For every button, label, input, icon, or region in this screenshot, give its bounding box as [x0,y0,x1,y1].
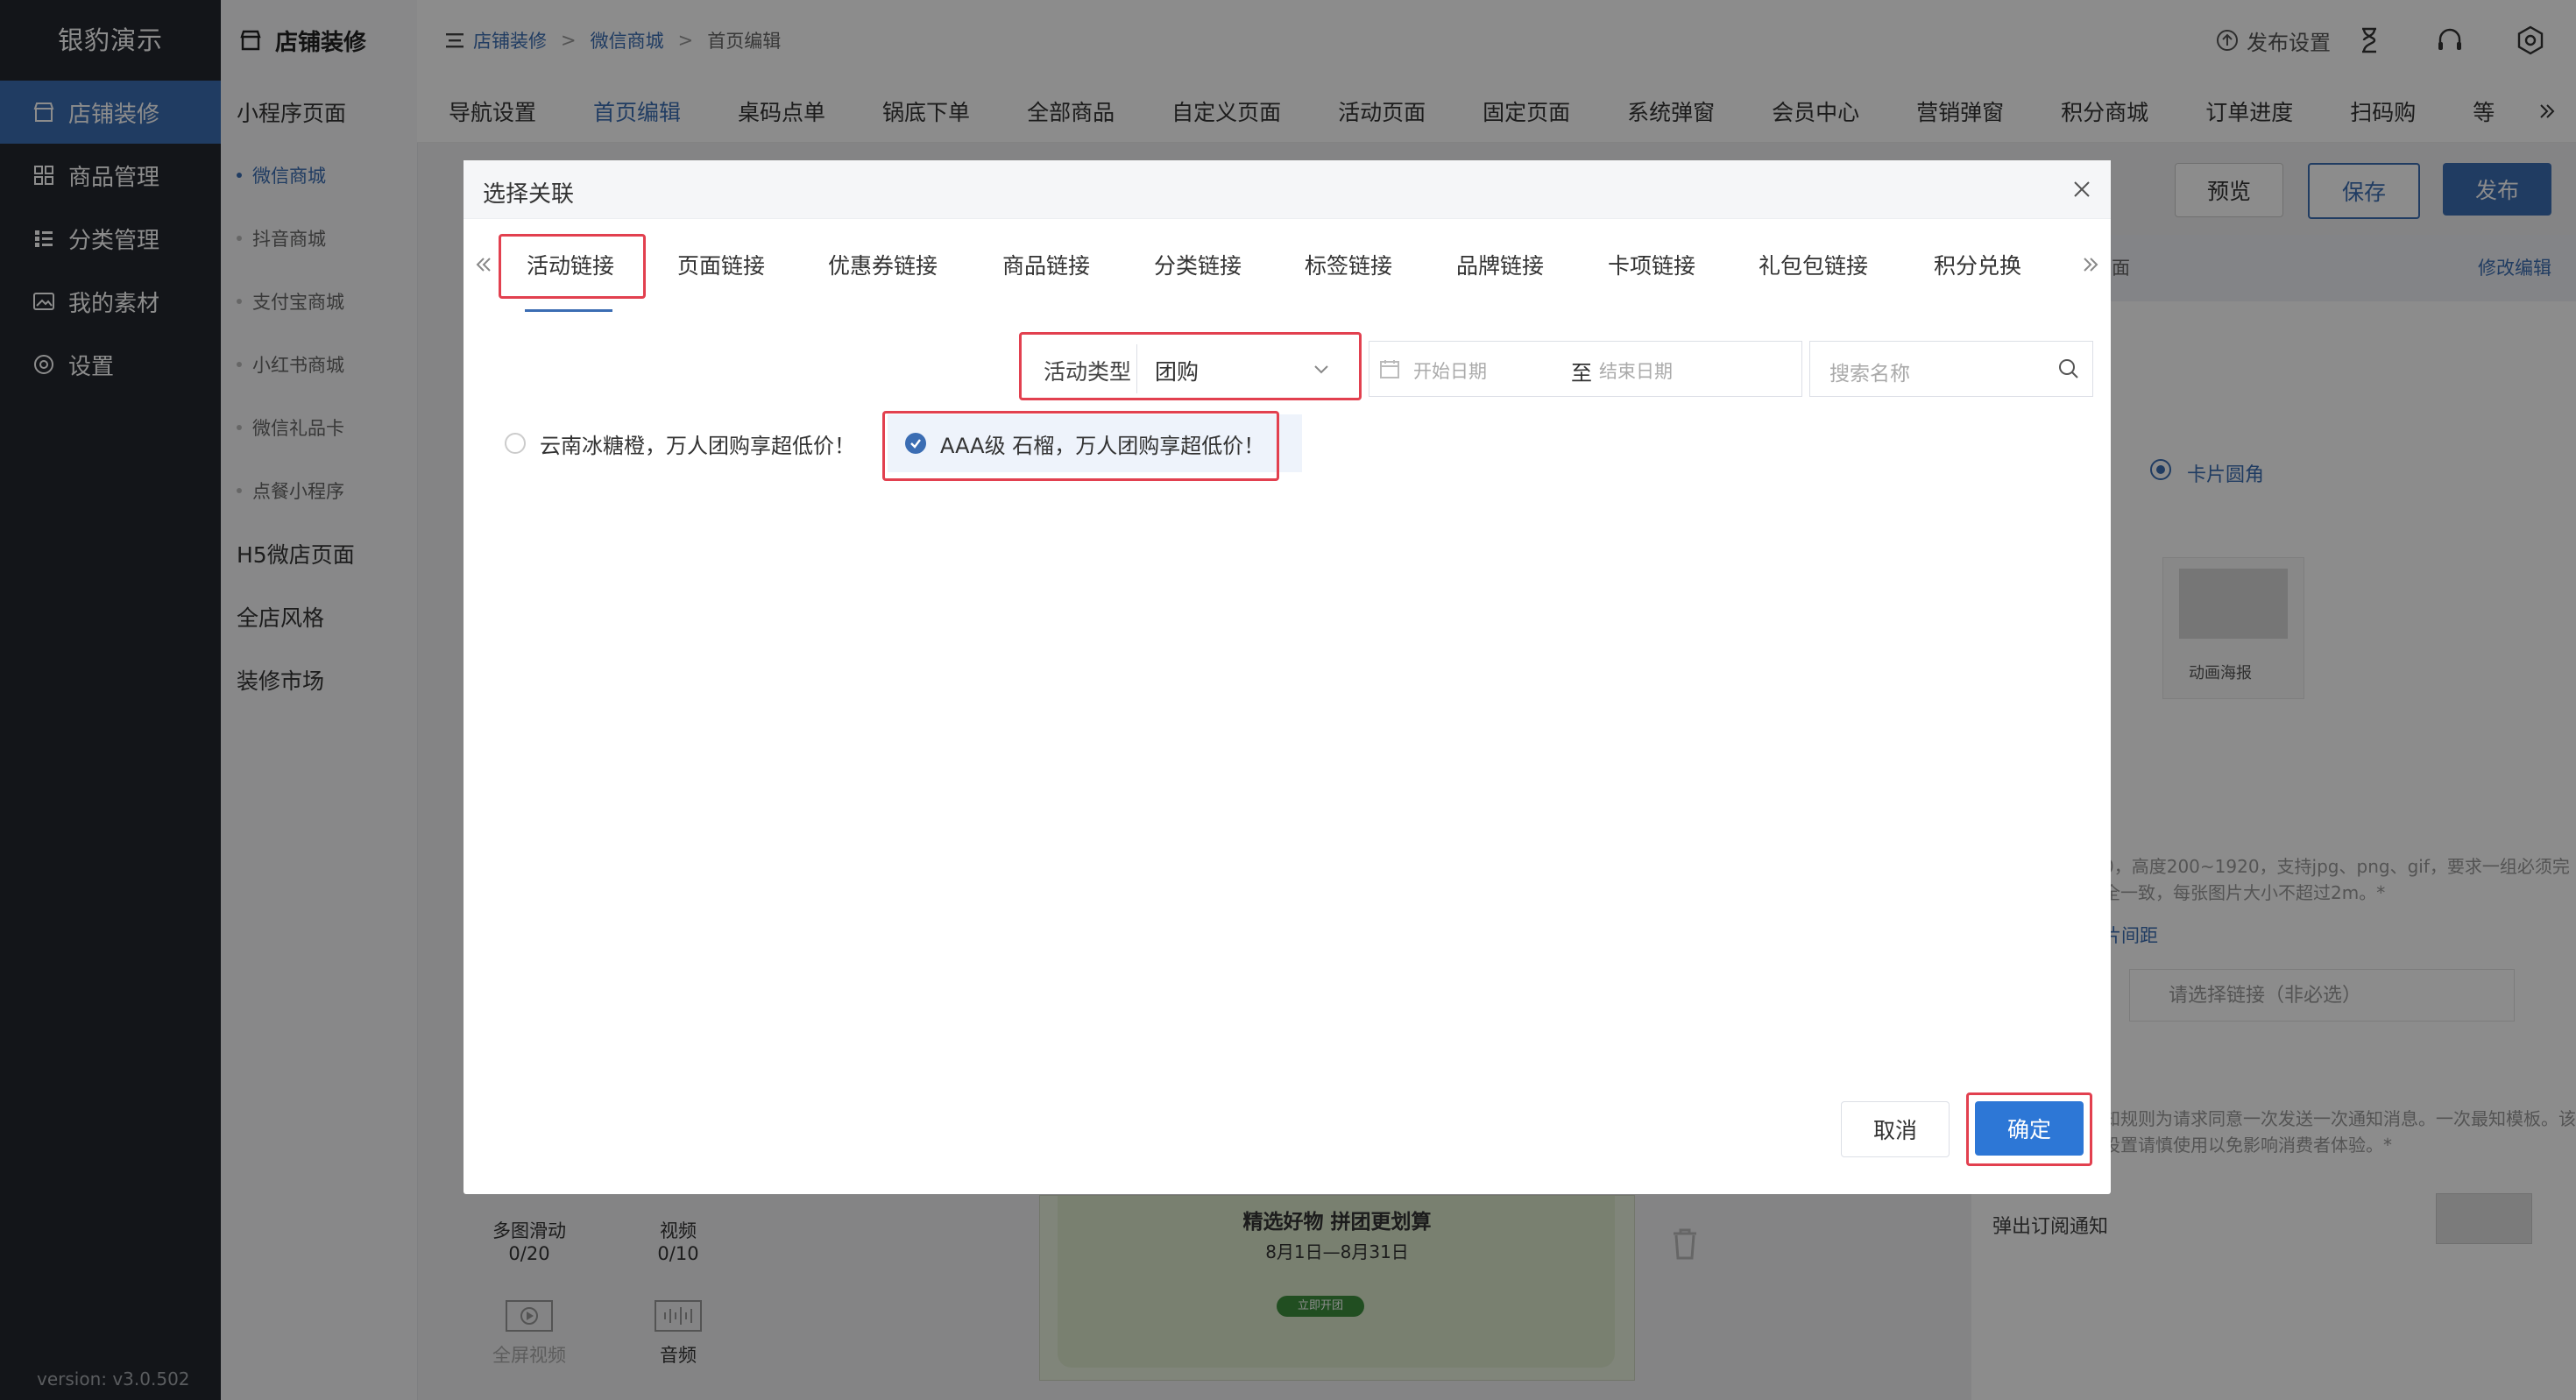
start-date-input[interactable]: 开始日期 [1413,357,1487,384]
activity-option-label: 云南冰糖橙，万人团购享超低价！ [540,433,855,458]
end-date-input[interactable]: 结束日期 [1599,357,1673,384]
modal-header: 选择关联 [464,160,2111,219]
highlight-box [499,234,646,299]
tab-page-link[interactable]: 页面链接 [677,232,765,301]
tab-coupon-link[interactable]: 优惠券链接 [828,232,938,301]
tab-card-link[interactable]: 卡项链接 [1608,232,1695,301]
calendar-icon [1380,360,1399,378]
tab-points-exchange[interactable]: 积分兑换 [1934,232,2021,301]
double-chevron-right-icon[interactable] [2077,251,2104,278]
tab-gift-pack-link[interactable]: 礼包包链接 [1759,232,1868,301]
search-placeholder: 搜索名称 [1829,363,1910,385]
search-input[interactable]: 搜索名称 [1809,341,2093,397]
cancel-button[interactable]: 取消 [1841,1101,1950,1157]
tab-product-link[interactable]: 商品链接 [1002,232,1090,301]
tab-brand-link[interactable]: 品牌链接 [1456,232,1544,301]
radio-unchecked-icon [505,433,526,454]
highlight-box [1966,1092,2092,1166]
close-icon[interactable] [2070,178,2093,201]
search-icon[interactable] [2056,356,2082,382]
tab-tag-link[interactable]: 标签链接 [1305,232,1392,301]
date-range-picker[interactable]: 开始日期 至 结束日期 [1369,341,1802,397]
link-type-tabs: 活动链接 页面链接 优惠券链接 商品链接 分类链接 标签链接 品牌链接 卡项链接… [464,232,2111,301]
active-tab-underline [525,309,612,312]
highlight-box [1019,332,1362,400]
tab-category-link[interactable]: 分类链接 [1154,232,1242,301]
select-link-modal: 选择关联 活动链接 页面链接 优惠券链接 商品链接 分类链接 标签链接 品牌链接… [464,160,2111,1194]
modal-title: 选择关联 [483,181,575,208]
activity-option[interactable]: 云南冰糖橙，万人团购享超低价！ [487,414,913,472]
date-range-separator: 至 [1571,361,1592,385]
highlight-box [882,411,1279,481]
